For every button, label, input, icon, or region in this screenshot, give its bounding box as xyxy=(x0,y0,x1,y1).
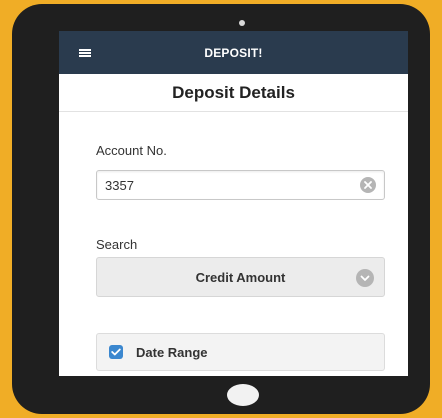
date-range-label: Date Range xyxy=(136,344,208,360)
clear-icon[interactable] xyxy=(360,177,376,193)
app-bar: DEPOSIT! xyxy=(59,31,408,74)
search-select[interactable]: Credit Amount xyxy=(96,257,385,297)
chevron-down-icon xyxy=(356,269,374,287)
search-selected-value: Credit Amount xyxy=(195,269,286,285)
page-header: Deposit Details xyxy=(59,74,408,112)
app-title: DEPOSIT! xyxy=(204,45,263,60)
app-screen: DEPOSIT! Deposit Details Account No. Sea… xyxy=(59,31,408,376)
camera-dot xyxy=(239,20,245,26)
home-button[interactable] xyxy=(227,384,259,406)
account-input[interactable] xyxy=(105,177,360,193)
page-title: Deposit Details xyxy=(172,82,295,102)
checkbox-checked-icon[interactable] xyxy=(109,345,123,359)
date-range-checkbox-row[interactable]: Date Range xyxy=(96,333,385,371)
menu-icon[interactable] xyxy=(79,49,91,57)
account-label: Account No. xyxy=(96,143,167,158)
tablet-frame: DEPOSIT! Deposit Details Account No. Sea… xyxy=(12,4,430,414)
search-label: Search xyxy=(96,237,138,252)
account-field[interactable] xyxy=(96,170,385,200)
